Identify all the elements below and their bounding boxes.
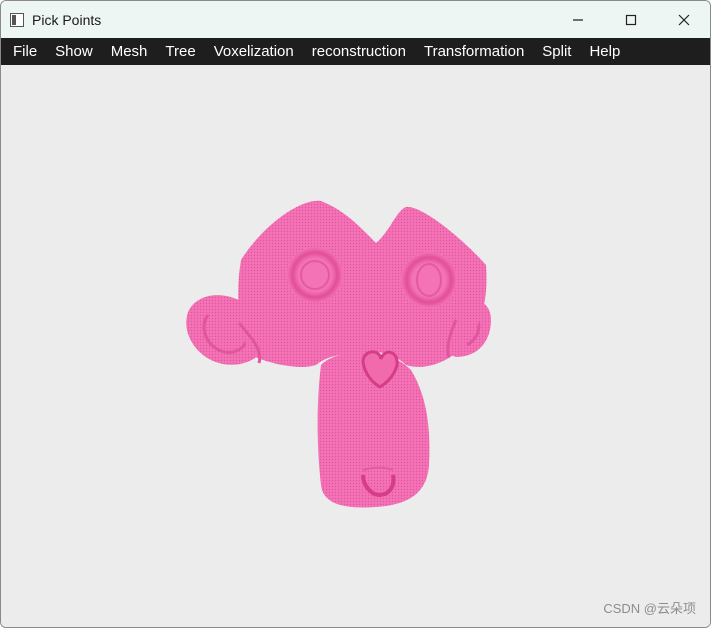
menu-transformation[interactable]: Transformation [415, 38, 533, 65]
menu-bar: File Show Mesh Tree Voxelization reconst… [1, 38, 710, 65]
maximize-button[interactable] [604, 1, 657, 38]
title-bar[interactable]: Pick Points [1, 1, 710, 38]
monkey-head-model [186, 200, 491, 508]
minimize-button[interactable] [551, 1, 604, 38]
point-cloud-render[interactable] [1, 65, 710, 627]
menu-show[interactable]: Show [46, 38, 102, 65]
watermark-text: CSDN @云朵项 [603, 601, 696, 616]
app-window: Pick Points File Show Mesh Tree Voxeliza… [0, 0, 711, 628]
close-icon [678, 14, 689, 25]
minimize-icon [572, 18, 583, 21]
menu-voxelization[interactable]: Voxelization [205, 38, 303, 65]
app-icon [10, 12, 24, 27]
3d-viewport[interactable]: CSDN @云朵项 [1, 65, 710, 627]
menu-tree[interactable]: Tree [156, 38, 204, 65]
maximize-icon [625, 14, 636, 25]
close-button[interactable] [657, 1, 710, 38]
menu-reconstruction[interactable]: reconstruction [303, 38, 415, 65]
menu-file[interactable]: File [1, 38, 46, 65]
menu-help[interactable]: Help [580, 38, 629, 65]
menu-mesh[interactable]: Mesh [102, 38, 157, 65]
window-controls [551, 1, 710, 38]
menu-split[interactable]: Split [533, 38, 580, 65]
window-title: Pick Points [32, 11, 102, 28]
